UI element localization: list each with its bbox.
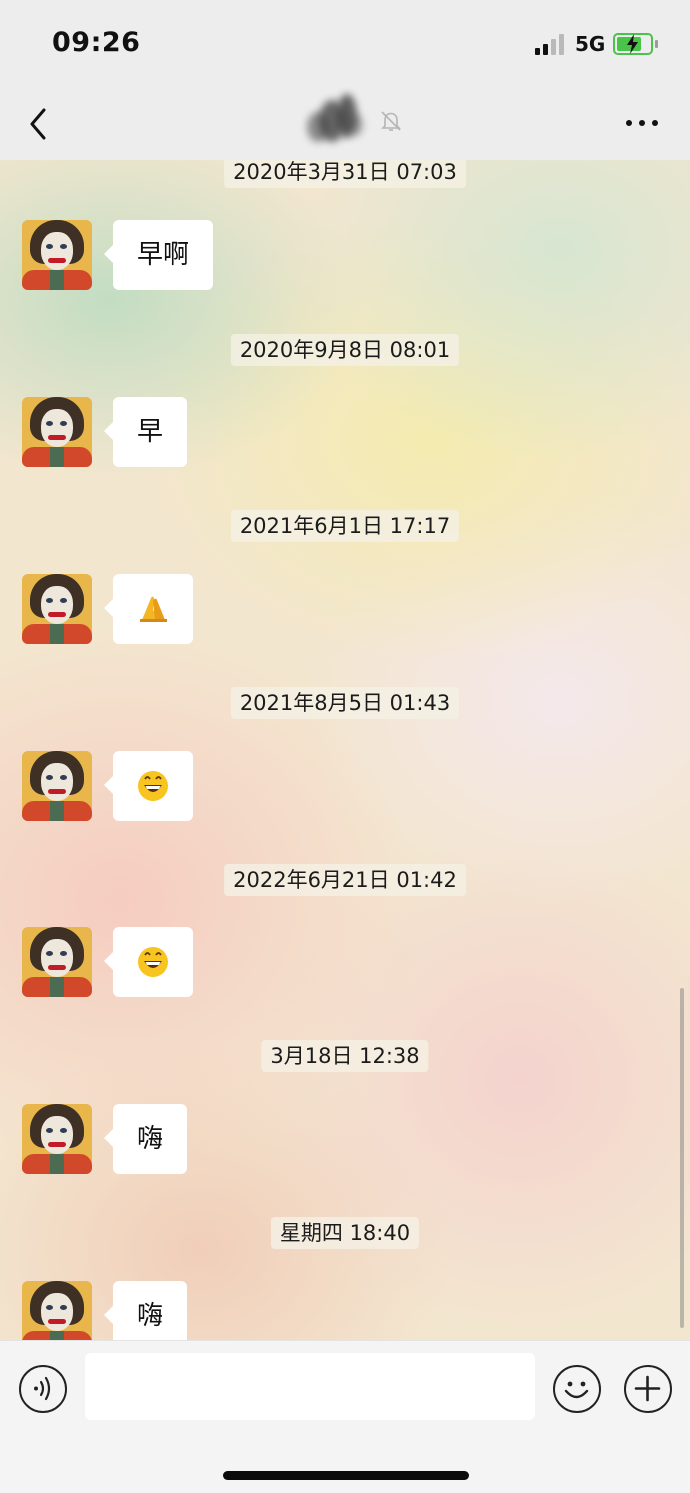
message-bubble[interactable] <box>104 574 193 644</box>
message-timestamp: 3月18日 12:38 <box>261 1040 429 1072</box>
grinning-face-emoji <box>138 947 168 977</box>
network-type: 5G <box>575 32 606 56</box>
message-text: 早啊 <box>137 240 190 270</box>
grinning-face-emoji <box>138 771 168 801</box>
status-time: 09:26 <box>52 27 141 58</box>
message-timestamp: 2022年6月21日 01:42 <box>224 864 466 896</box>
message-timestamp: 2020年9月8日 08:01 <box>230 334 460 366</box>
home-indicator[interactable] <box>223 1471 469 1480</box>
message-bubble[interactable]: 早 <box>103 397 188 467</box>
status-bar: 09:26 5G <box>0 0 690 88</box>
avatar[interactable] <box>22 1104 92 1174</box>
message-bubble[interactable]: 嗨 <box>103 1281 188 1340</box>
signal-strength-icon <box>535 33 567 55</box>
message-timestamp: 2021年6月1日 17:17 <box>230 510 460 542</box>
message-timestamp: 2020年3月31日 07:03 <box>224 160 466 188</box>
plus-circle-icon[interactable] <box>624 1365 672 1413</box>
message-timestamp: 星期四 18:40 <box>270 1217 420 1249</box>
battery-tip <box>655 40 658 48</box>
avatar[interactable] <box>22 1281 92 1340</box>
battery-icon <box>613 33 653 55</box>
avatar[interactable] <box>22 220 92 290</box>
avatar[interactable] <box>22 397 92 467</box>
message-bubble[interactable] <box>104 751 193 821</box>
praying-hands-emoji <box>140 596 167 622</box>
message-list[interactable]: 2020年3月31日 07:03 早啊 2020年9月8日 08:01 早 20… <box>0 160 690 1340</box>
message-text: 嗨 <box>137 1301 164 1331</box>
message-timestamp: 2021年8月5日 01:43 <box>230 687 460 719</box>
chevron-left-icon[interactable] <box>24 104 54 144</box>
bell-off-icon <box>381 111 401 131</box>
input-bar <box>0 1340 690 1493</box>
smiley-icon[interactable] <box>553 1365 601 1413</box>
voice-wave-icon[interactable] <box>19 1365 67 1413</box>
avatar[interactable] <box>22 574 92 644</box>
avatar[interactable] <box>22 927 92 997</box>
scrollbar[interactable] <box>680 988 684 1328</box>
message-bubble[interactable] <box>104 927 193 997</box>
avatar[interactable] <box>22 751 92 821</box>
message-bubble[interactable]: 嗨 <box>103 1104 188 1174</box>
message-bubble[interactable]: 早啊 <box>103 220 214 290</box>
ellipsis-icon[interactable] <box>623 110 663 136</box>
message-text: 早 <box>137 417 164 447</box>
message-text: 嗨 <box>137 1124 164 1154</box>
contact-name-obscured <box>305 92 365 152</box>
chat-header <box>0 88 690 160</box>
message-input[interactable] <box>85 1353 535 1420</box>
